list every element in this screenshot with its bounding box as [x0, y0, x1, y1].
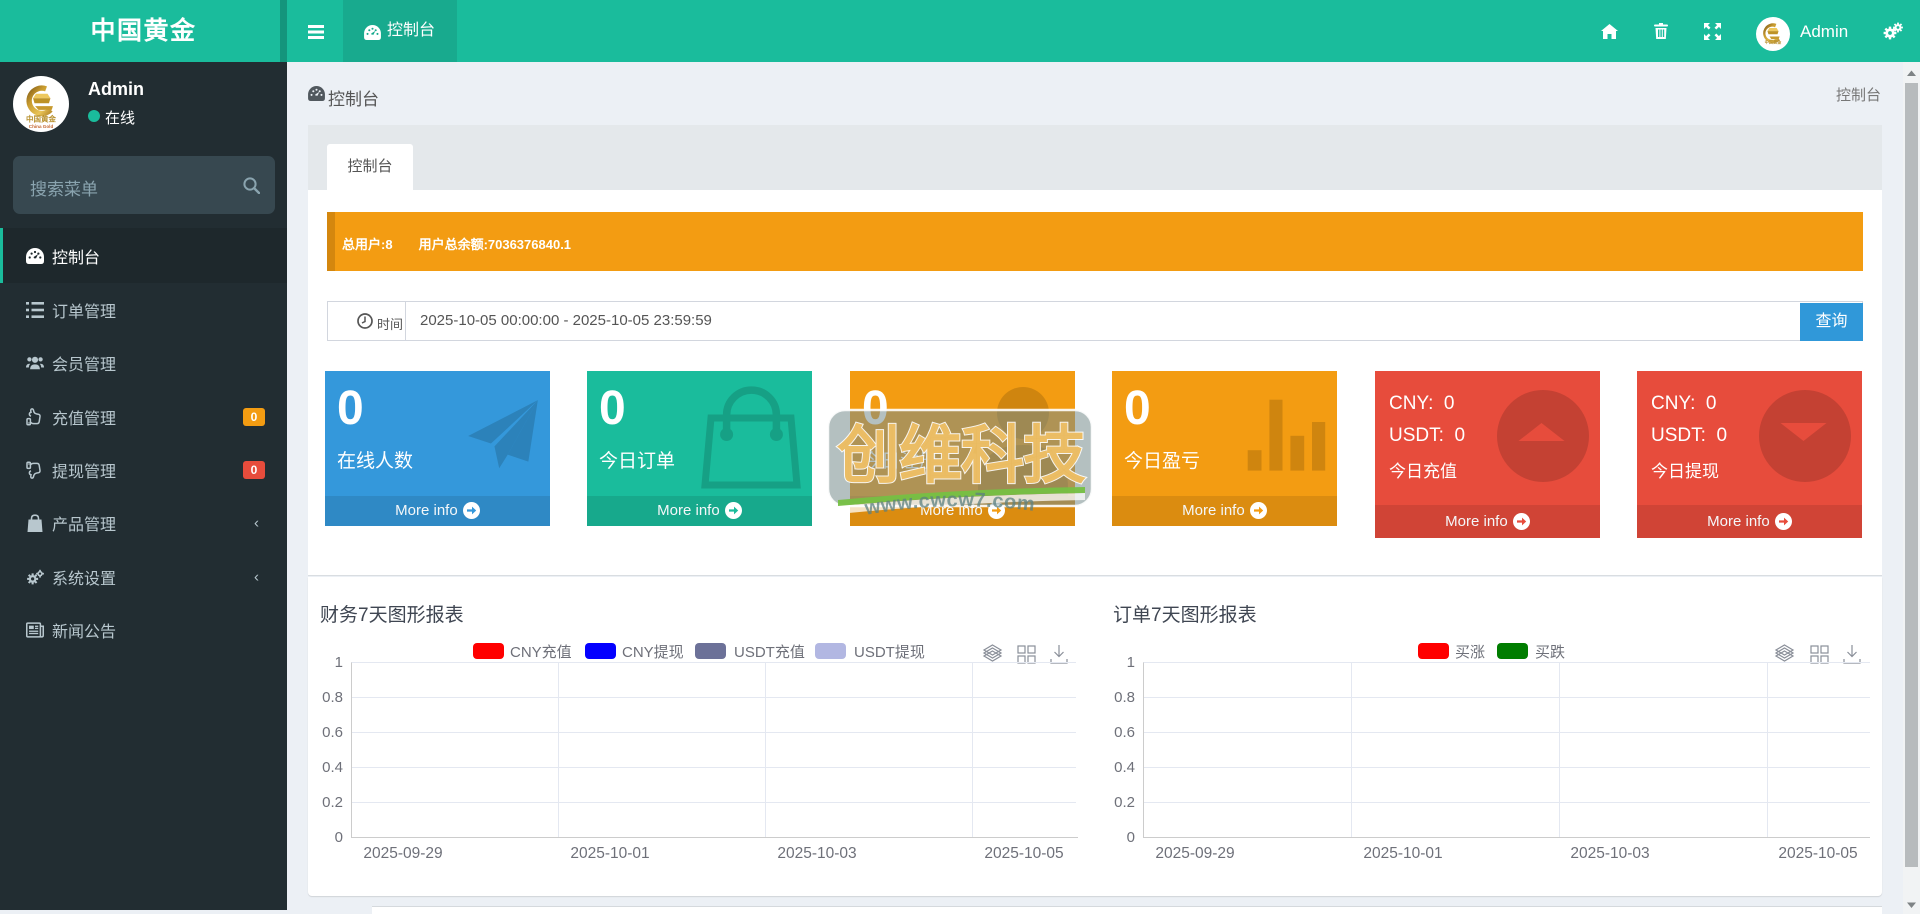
svg-text:创维科技: 创维科技	[837, 421, 1086, 491]
svg-text:0.2: 0.2	[322, 794, 343, 811]
svg-text:2025-09-29: 2025-09-29	[363, 845, 442, 862]
svg-text:2025-10-01: 2025-10-01	[570, 845, 649, 862]
svg-text:USDT充值: USDT充值	[734, 644, 805, 661]
svg-text:2025-10-01: 2025-10-01	[1363, 845, 1442, 862]
svg-text:2025-10-03: 2025-10-03	[777, 845, 856, 862]
svg-text:2025-10-05: 2025-10-05	[1778, 845, 1857, 862]
svg-text:CNY充值: CNY充值	[510, 644, 572, 661]
svg-text:0.4: 0.4	[1114, 759, 1135, 776]
svg-text:0.4: 0.4	[322, 759, 343, 776]
svg-text:China Gold: China Gold	[29, 124, 54, 129]
svg-text:1: 1	[1127, 654, 1135, 671]
svg-text:1: 1	[335, 654, 343, 671]
svg-text:0.8: 0.8	[1114, 689, 1135, 706]
svg-text:2025-10-03: 2025-10-03	[1570, 845, 1649, 862]
svg-text:中国黄金: 中国黄金	[1765, 39, 1782, 45]
svg-text:0: 0	[1127, 829, 1135, 846]
svg-text:买涨: 买涨	[1455, 644, 1485, 661]
svg-text:0.6: 0.6	[322, 724, 343, 741]
svg-text:0.6: 0.6	[1114, 724, 1135, 741]
svg-text:0: 0	[335, 829, 343, 846]
svg-text:2025-10-05: 2025-10-05	[984, 845, 1063, 862]
svg-text:0.8: 0.8	[322, 689, 343, 706]
svg-text:2025-09-29: 2025-09-29	[1155, 845, 1234, 862]
svg-text:买跌: 买跌	[1535, 644, 1565, 661]
svg-text:中国黄金: 中国黄金	[26, 114, 56, 124]
svg-text:0.2: 0.2	[1114, 794, 1135, 811]
svg-text:订单7天图形报表: 订单7天图形报表	[1113, 604, 1257, 626]
svg-text:财务7天图形报表: 财务7天图形报表	[320, 604, 464, 626]
svg-text:CNY提现: CNY提现	[622, 644, 684, 661]
svg-text:USDT提现: USDT提现	[854, 644, 925, 661]
